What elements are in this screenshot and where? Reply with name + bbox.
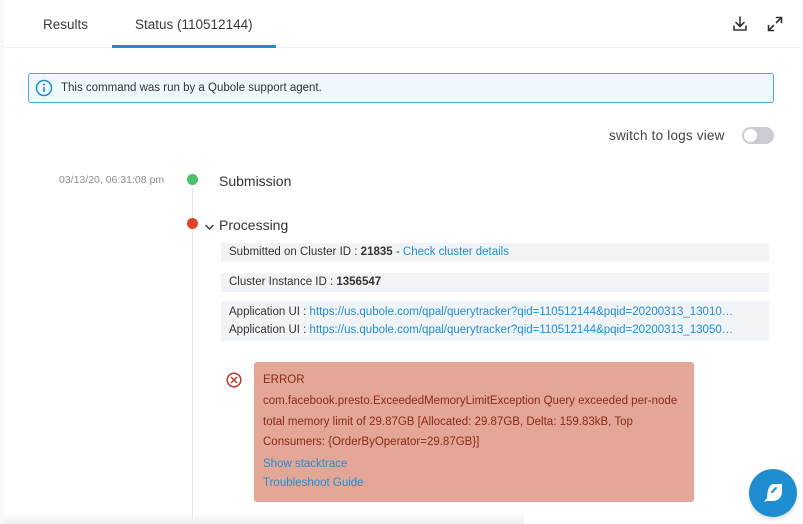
application-ui-line: Application UI : https://us.qubole.com/q… bbox=[229, 321, 769, 339]
instance-id-label: Cluster Instance ID : bbox=[229, 276, 337, 288]
chat-bubble-icon bbox=[764, 484, 782, 502]
bottom-shadow bbox=[4, 512, 524, 524]
cluster-id-value: 21835 bbox=[360, 246, 393, 258]
logs-view-switch-label: switch to logs view bbox=[609, 128, 725, 143]
application-ui-row: Application UI : https://us.qubole.com/q… bbox=[221, 301, 769, 341]
error-message: com.facebook.presto.ExceededMemoryLimitE… bbox=[263, 395, 678, 448]
application-ui-line: Application UI : https://us.qubole.com/q… bbox=[229, 303, 769, 321]
cluster-id-label: Submitted on Cluster ID : bbox=[229, 246, 361, 258]
tab-status[interactable]: Status (110512144) bbox=[135, 17, 253, 32]
info-banner: This command was run by a Qubole support… bbox=[28, 73, 774, 103]
info-icon bbox=[35, 79, 53, 97]
processing-status-dot bbox=[187, 218, 198, 229]
help-chat-button[interactable] bbox=[749, 469, 797, 517]
submission-title: Submission bbox=[219, 173, 292, 189]
download-icon[interactable] bbox=[731, 15, 749, 33]
active-tab-indicator bbox=[112, 45, 276, 48]
error-box: ERROR com.facebook.presto.ExceededMemory… bbox=[254, 362, 694, 502]
command-panel: Results Status (110512144) This command … bbox=[4, 0, 801, 524]
timeline-line bbox=[192, 188, 193, 524]
application-ui-link[interactable]: https://us.qubole.com/qpal/querytracker?… bbox=[310, 306, 734, 318]
submission-status-dot bbox=[187, 174, 198, 185]
troubleshoot-guide-link[interactable]: Troubleshoot Guide bbox=[263, 477, 364, 489]
cluster-info-row: Submitted on Cluster ID : 21835 - Check … bbox=[221, 243, 769, 262]
application-ui-link[interactable]: https://us.qubole.com/qpal/querytracker?… bbox=[310, 324, 734, 336]
instance-id-value: 1356547 bbox=[336, 276, 382, 288]
tab-bar: Results Status (110512144) bbox=[4, 0, 801, 48]
submission-timestamp: 03/13/20, 06:31:08 pm bbox=[59, 174, 165, 186]
toggle-knob bbox=[744, 129, 757, 142]
application-ui-label: Application UI : bbox=[229, 306, 310, 318]
instance-info-row: Cluster Instance ID : 1356547 bbox=[221, 273, 769, 292]
banner-text: This command was run by a Qubole support… bbox=[61, 82, 322, 94]
error-title: ERROR bbox=[263, 374, 305, 386]
expand-icon[interactable] bbox=[766, 15, 784, 33]
tab-results[interactable]: Results bbox=[43, 17, 88, 32]
chevron-down-icon[interactable] bbox=[204, 220, 215, 231]
show-stacktrace-link[interactable]: Show stacktrace bbox=[263, 458, 347, 470]
check-cluster-details-link[interactable]: Check cluster details bbox=[403, 246, 509, 258]
logs-view-toggle[interactable] bbox=[742, 127, 774, 144]
error-circle-x-icon bbox=[226, 372, 242, 388]
cluster-separator: - bbox=[392, 246, 403, 258]
processing-title[interactable]: Processing bbox=[219, 217, 288, 233]
application-ui-label: Application UI : bbox=[229, 324, 310, 336]
